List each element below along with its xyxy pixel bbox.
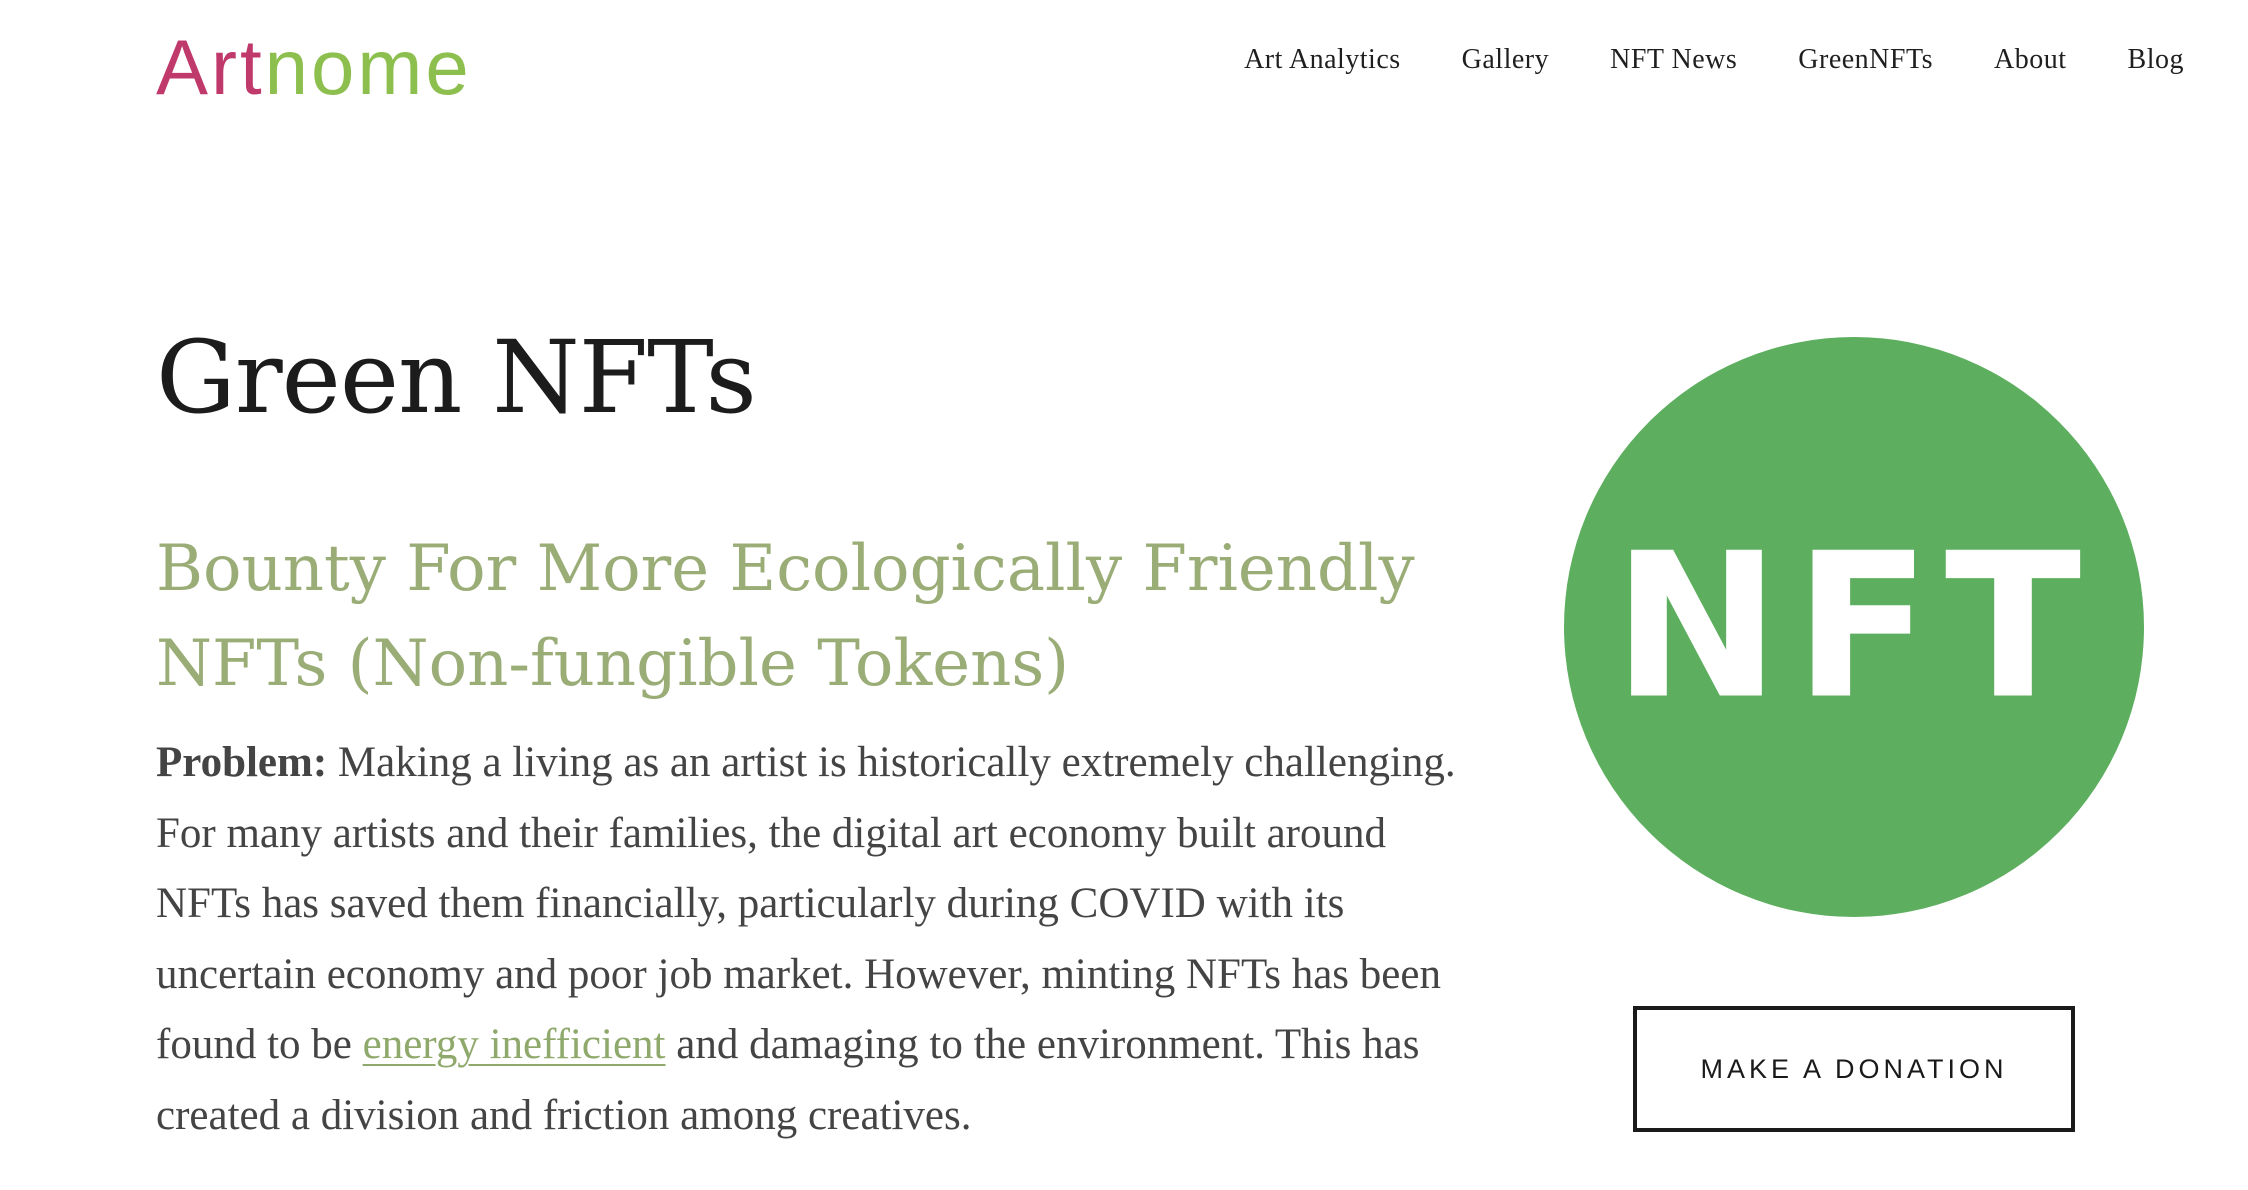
nav-item-art-analytics[interactable]: Art Analytics	[1244, 40, 1401, 80]
page-title: Green NFTs	[156, 319, 757, 436]
site-header: Artnome Art Analytics Gallery NFT News G…	[0, 0, 2248, 130]
nft-logo-icon: NFT	[1564, 337, 2144, 917]
paragraph-text-before-link: Making a living as an artist is historic…	[156, 739, 1456, 1068]
nft-logo-text: NFT	[1613, 511, 2095, 744]
main-nav: Art Analytics Gallery NFT News GreenNFTs…	[1183, 40, 2184, 80]
page-subtitle: Bounty For More Ecologically Friendly NF…	[156, 532, 1415, 701]
nav-item-greennfts[interactable]: GreenNFTs	[1798, 40, 1933, 80]
problem-paragraph: Problem: Making a living as an artist is…	[156, 728, 1491, 1151]
problem-label: Problem:	[156, 739, 328, 786]
make-donation-button[interactable]: MAKE A DONATION	[1633, 1006, 2075, 1132]
nav-item-blog[interactable]: Blog	[2128, 40, 2184, 80]
energy-inefficient-link[interactable]: energy inefficient	[363, 1021, 666, 1068]
logo-part-art: Art	[156, 23, 265, 111]
logo-part-nome: nome	[264, 23, 472, 111]
nav-item-gallery[interactable]: Gallery	[1462, 40, 1549, 80]
nav-item-about[interactable]: About	[1994, 40, 2067, 80]
artnome-logo[interactable]: Artnome	[156, 22, 472, 112]
nav-item-nft-news[interactable]: NFT News	[1610, 40, 1737, 80]
